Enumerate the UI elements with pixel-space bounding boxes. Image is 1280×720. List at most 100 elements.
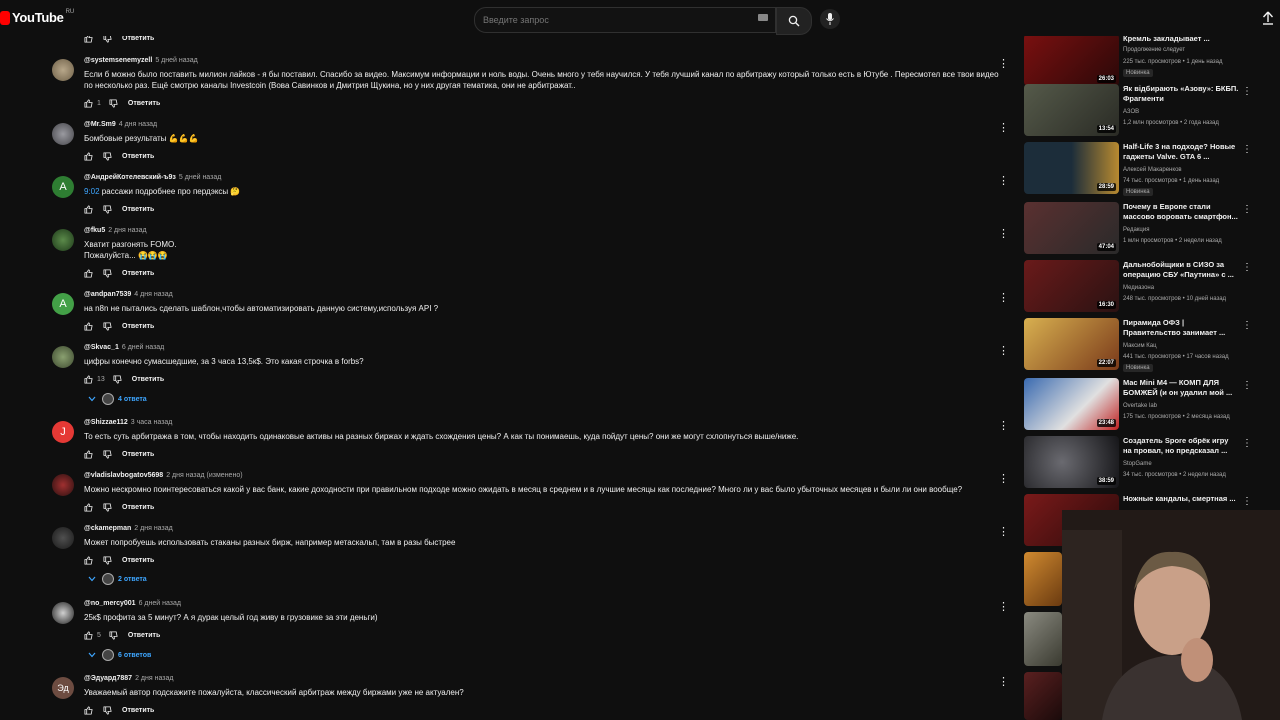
- recommended-video[interactable]: 28:59 Half-Life 3 на подходе? Новые гадж…: [1024, 142, 1264, 200]
- more-options-icon[interactable]: ⋮: [998, 677, 1009, 688]
- video-title[interactable]: Пирамида ОФЗ | Правительство занимает ..…: [1123, 318, 1239, 338]
- more-options-icon[interactable]: ⋮: [998, 176, 1009, 187]
- like-icon[interactable]: [84, 375, 93, 384]
- avatar[interactable]: [52, 527, 74, 549]
- comment-time[interactable]: 2 дня назад: [135, 675, 173, 682]
- avatar[interactable]: А: [52, 176, 74, 198]
- more-options-icon[interactable]: ⋮: [998, 229, 1009, 240]
- like-icon[interactable]: [84, 503, 93, 512]
- like-icon[interactable]: [84, 99, 93, 108]
- more-options-icon[interactable]: ⋮: [1242, 320, 1252, 331]
- video-thumbnail[interactable]: 22:07: [1024, 318, 1119, 370]
- voice-search-button[interactable]: [820, 9, 840, 29]
- like-icon[interactable]: [84, 269, 93, 278]
- recommended-video[interactable]: 13:54 Як відбирають «Азову»: БКБП. Фрагм…: [1024, 84, 1264, 142]
- video-title[interactable]: Як відбирають «Азову»: БКБП. Фрагменти: [1123, 84, 1239, 104]
- avatar[interactable]: [52, 602, 74, 624]
- reply-button[interactable]: Ответить: [122, 323, 154, 330]
- comment-author[interactable]: @Mr.Sm9: [84, 121, 116, 128]
- more-options-icon[interactable]: ⋮: [998, 602, 1009, 613]
- more-options-icon[interactable]: ⋮: [1242, 144, 1252, 155]
- video-title[interactable]: Ножные кандалы, смертная ...: [1123, 494, 1239, 504]
- more-options-icon[interactable]: ⋮: [998, 123, 1009, 134]
- video-thumbnail[interactable]: 23:48: [1024, 378, 1119, 430]
- more-options-icon[interactable]: ⋮: [1242, 86, 1252, 97]
- dislike-icon[interactable]: [103, 205, 112, 214]
- avatar[interactable]: [52, 229, 74, 251]
- more-options-icon[interactable]: ⋮: [998, 346, 1009, 357]
- dislike-icon[interactable]: [103, 269, 112, 278]
- dislike-icon[interactable]: [103, 450, 112, 459]
- like-icon[interactable]: [84, 152, 93, 161]
- video-thumbnail[interactable]: [1024, 552, 1062, 606]
- video-thumbnail[interactable]: [1024, 672, 1062, 720]
- video-title[interactable]: Mac Mini M4 — КОМП ДЛЯ БОМЖЕЙ (и он удал…: [1123, 378, 1239, 398]
- recommended-video[interactable]: 16:30 Дальнобойщики в СИЗО за операцию С…: [1024, 260, 1264, 318]
- recommended-video[interactable]: 47:04 Почему в Европе стали массово воро…: [1024, 202, 1264, 260]
- recommended-video[interactable]: 38:59 Создатель Spore обрёк игру на пров…: [1024, 436, 1264, 494]
- channel-name[interactable]: Редакция: [1123, 227, 1149, 233]
- dislike-icon[interactable]: [103, 503, 112, 512]
- dislike-icon[interactable]: [103, 556, 112, 565]
- dislike-icon[interactable]: [103, 706, 112, 715]
- video-thumbnail[interactable]: 13:54: [1024, 84, 1119, 136]
- comment-time[interactable]: 4 дня назад: [119, 121, 157, 128]
- more-options-icon[interactable]: ⋮: [998, 59, 1009, 70]
- reply-button[interactable]: Ответить: [122, 153, 154, 160]
- upload-button[interactable]: [1262, 11, 1274, 30]
- reply-button[interactable]: Ответить: [128, 632, 160, 639]
- like-icon[interactable]: [84, 322, 93, 331]
- show-replies-button[interactable]: 4 ответа: [88, 393, 147, 405]
- video-title[interactable]: Почему в Европе стали массово воровать с…: [1123, 202, 1239, 222]
- reply-button[interactable]: Ответить: [122, 270, 154, 277]
- comment-time[interactable]: 4 дня назад: [134, 291, 172, 298]
- channel-name[interactable]: StopGame: [1123, 461, 1152, 467]
- avatar[interactable]: [52, 59, 74, 81]
- reply-button[interactable]: Ответить: [122, 35, 154, 42]
- more-options-icon[interactable]: ⋮: [1242, 204, 1252, 215]
- more-options-icon[interactable]: ⋮: [1242, 380, 1252, 391]
- channel-name[interactable]: Максим Кац: [1123, 343, 1157, 349]
- comment-time[interactable]: 5 дней назад: [155, 57, 197, 64]
- comment-author[interactable]: @ckamepman: [84, 525, 131, 532]
- reply-button[interactable]: Ответить: [122, 504, 154, 511]
- channel-name[interactable]: Алексей Макаренков: [1123, 167, 1182, 173]
- avatar[interactable]: [52, 346, 74, 368]
- avatar[interactable]: [52, 123, 74, 145]
- video-thumbnail[interactable]: 38:59: [1024, 436, 1119, 488]
- comment-author[interactable]: @Эдуард7887: [84, 675, 132, 682]
- search-input[interactable]: [475, 8, 751, 32]
- keyboard-icon[interactable]: [758, 14, 768, 21]
- comment-author[interactable]: @no_mercy001: [84, 600, 136, 607]
- like-icon[interactable]: [84, 631, 93, 640]
- more-options-icon[interactable]: ⋮: [998, 527, 1009, 538]
- video-thumbnail[interactable]: 16:30: [1024, 260, 1119, 312]
- more-options-icon[interactable]: ⋮: [998, 293, 1009, 304]
- video-title[interactable]: Half-Life 3 на подходе? Новые гаджеты Va…: [1123, 142, 1239, 162]
- avatar[interactable]: J: [52, 421, 74, 443]
- reply-button[interactable]: Ответить: [122, 451, 154, 458]
- more-options-icon[interactable]: ⋮: [998, 421, 1009, 432]
- reply-button[interactable]: Ответить: [122, 206, 154, 213]
- comment-time[interactable]: 3 часа назад: [131, 419, 173, 426]
- comment-author[interactable]: @Skvac_1: [84, 344, 119, 351]
- comment-author[interactable]: @АндрейКотелевский-ъ9з: [84, 174, 176, 181]
- recommended-video[interactable]: 22:07 Пирамида ОФЗ | Правительство заним…: [1024, 318, 1264, 376]
- dislike-icon[interactable]: [109, 99, 118, 108]
- video-thumbnail[interactable]: 26:03: [1024, 34, 1119, 86]
- channel-name[interactable]: Медиазона: [1123, 285, 1154, 291]
- comment-author[interactable]: @fku5: [84, 227, 105, 234]
- youtube-logo[interactable]: YouTube RU: [0, 9, 74, 25]
- more-options-icon[interactable]: ⋮: [1242, 438, 1252, 449]
- more-options-icon[interactable]: ⋮: [998, 474, 1009, 485]
- video-thumbnail[interactable]: 28:59: [1024, 142, 1119, 194]
- reply-button[interactable]: Ответить: [128, 100, 160, 107]
- comment-author[interactable]: @Shizzae112: [84, 419, 128, 426]
- search-box[interactable]: [474, 7, 776, 33]
- video-title[interactable]: Создатель Spore обрёк игру на провал, но…: [1123, 436, 1239, 456]
- comment-author[interactable]: @andpan7539: [84, 291, 131, 298]
- avatar[interactable]: [52, 474, 74, 496]
- avatar[interactable]: Эд: [52, 677, 74, 699]
- comment-time[interactable]: 2 дня назад: [108, 227, 146, 234]
- comment-time[interactable]: 2 дня назад (изменено): [166, 472, 242, 479]
